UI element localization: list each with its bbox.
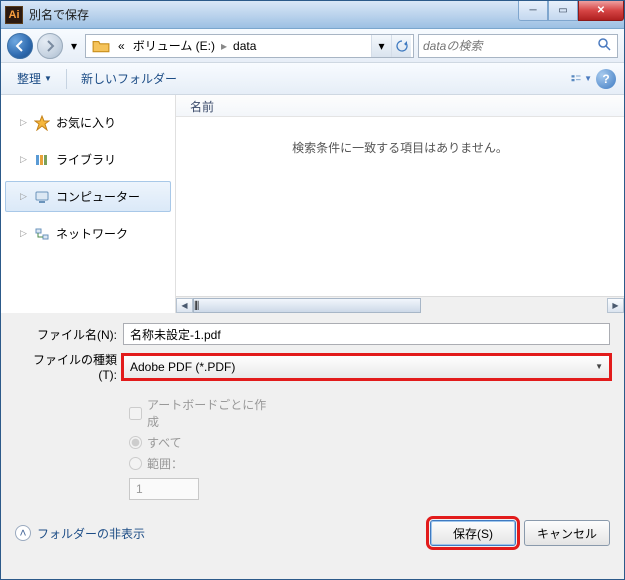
organize-menu[interactable]: 整理 ▼: [9, 67, 60, 90]
save-button[interactable]: 保存(S): [430, 520, 516, 546]
scroll-track[interactable]: ⦀: [193, 298, 607, 313]
save-form: ファイル名(N): ファイルの種類(T): Adobe PDF (*.PDF) …: [1, 313, 624, 512]
search-input[interactable]: [423, 39, 597, 53]
scroll-left-button[interactable]: ◀: [176, 298, 193, 313]
maximize-button[interactable]: ▭: [548, 1, 578, 21]
address-dropdown[interactable]: ▾: [371, 35, 391, 57]
range-input[interactable]: [129, 478, 199, 500]
filetype-value: Adobe PDF (*.PDF): [130, 360, 235, 374]
sidebar-item-network[interactable]: ▷ ネットワーク: [5, 218, 171, 249]
view-options-button[interactable]: ▼: [570, 68, 592, 90]
search-icon[interactable]: [597, 37, 613, 54]
horizontal-scrollbar[interactable]: ◀ ⦀ ▶: [176, 296, 624, 313]
browse-folders-toggle[interactable]: ˄: [15, 525, 31, 541]
scroll-right-button[interactable]: ▶: [607, 298, 624, 313]
expand-icon: ▷: [20, 191, 28, 202]
sidebar-item-favorites[interactable]: ▷ お気に入り: [5, 107, 171, 138]
search-box[interactable]: [418, 34, 618, 58]
window-title: 別名で保存: [29, 6, 518, 23]
save-as-dialog: Ai 別名で保存 ─ ▭ ✕ ▾ « ボリューム (E:) ▸ data ▾: [0, 0, 625, 580]
folder-icon: [92, 37, 110, 55]
toolbar: 整理 ▼ 新しいフォルダー ▼ ?: [1, 63, 624, 95]
radio-all-label: すべて: [147, 434, 182, 451]
sidebar-item-computer[interactable]: ▷ コンピューター: [5, 181, 171, 212]
radio-range[interactable]: [129, 457, 142, 470]
radio-range-label: 範囲：: [147, 455, 183, 472]
title-bar: Ai 別名で保存 ─ ▭ ✕: [1, 1, 624, 29]
new-folder-button[interactable]: 新しいフォルダー: [73, 67, 185, 90]
breadcrumb-folder[interactable]: data: [229, 37, 260, 55]
close-button[interactable]: ✕: [578, 1, 624, 21]
breadcrumb-prefix: «: [114, 37, 129, 55]
network-icon: [34, 226, 50, 242]
view-icon: [570, 71, 582, 87]
artboard-checkbox-label: アートボードごとに作成: [147, 396, 267, 430]
sidebar: ▷ お気に入り ▷ ライブラリ ▷ コンピューター ▷ ネットワーク: [1, 95, 176, 313]
arrow-left-icon: [14, 40, 26, 52]
separator: [66, 69, 67, 89]
sidebar-item-label: コンピューター: [56, 188, 140, 205]
filetype-select[interactable]: Adobe PDF (*.PDF) ▼: [123, 355, 610, 379]
arrow-right-icon: [44, 40, 56, 52]
expand-icon: ▷: [20, 117, 28, 128]
filename-label: ファイル名(N):: [15, 326, 123, 343]
computer-icon: [34, 189, 50, 205]
chevron-up-icon: ˄: [19, 526, 26, 540]
sidebar-item-label: ネットワーク: [56, 225, 128, 242]
sidebar-item-label: ライブラリ: [56, 151, 116, 168]
file-list-pane: 名前 検索条件に一致する項目はありません。 ◀ ⦀ ▶: [176, 95, 624, 313]
nav-history-dropdown[interactable]: ▾: [67, 34, 81, 58]
footer: ˄ フォルダーの非表示 保存(S) キャンセル: [1, 512, 624, 558]
empty-message: 検索条件に一致する項目はありません。: [176, 117, 624, 296]
chevron-down-icon: ▼: [595, 362, 603, 371]
forward-button[interactable]: [37, 33, 63, 59]
filetype-label: ファイルの種類(T):: [15, 351, 123, 382]
scroll-thumb[interactable]: ⦀: [193, 298, 421, 313]
expand-icon: ▷: [20, 154, 28, 165]
radio-all[interactable]: [129, 436, 142, 449]
expand-icon: ▷: [20, 228, 28, 239]
app-icon: Ai: [5, 6, 23, 24]
libraries-icon: [34, 152, 50, 168]
artboard-checkbox[interactable]: [129, 407, 142, 420]
breadcrumb-volume[interactable]: ボリューム (E:): [129, 35, 219, 56]
refresh-button[interactable]: [391, 35, 411, 57]
cancel-button[interactable]: キャンセル: [524, 520, 610, 546]
artboard-options: アートボードごとに作成 すべて 範囲：: [129, 388, 610, 506]
nav-row: ▾ « ボリューム (E:) ▸ data ▾: [1, 29, 624, 63]
browse-folders-link[interactable]: フォルダーの非表示: [37, 525, 145, 542]
refresh-icon: [396, 40, 408, 52]
star-icon: [34, 115, 50, 131]
minimize-button[interactable]: ─: [518, 1, 548, 21]
address-bar[interactable]: « ボリューム (E:) ▸ data ▾: [85, 34, 414, 58]
chevron-right-icon: ▸: [219, 39, 229, 53]
column-header-name[interactable]: 名前: [176, 95, 624, 117]
sidebar-item-libraries[interactable]: ▷ ライブラリ: [5, 144, 171, 175]
file-browser: ▷ お気に入り ▷ ライブラリ ▷ コンピューター ▷ ネットワーク 名前: [1, 95, 624, 313]
filename-input[interactable]: [123, 323, 610, 345]
help-button[interactable]: ?: [596, 69, 616, 89]
sidebar-item-label: お気に入り: [56, 114, 116, 131]
back-button[interactable]: [7, 33, 33, 59]
